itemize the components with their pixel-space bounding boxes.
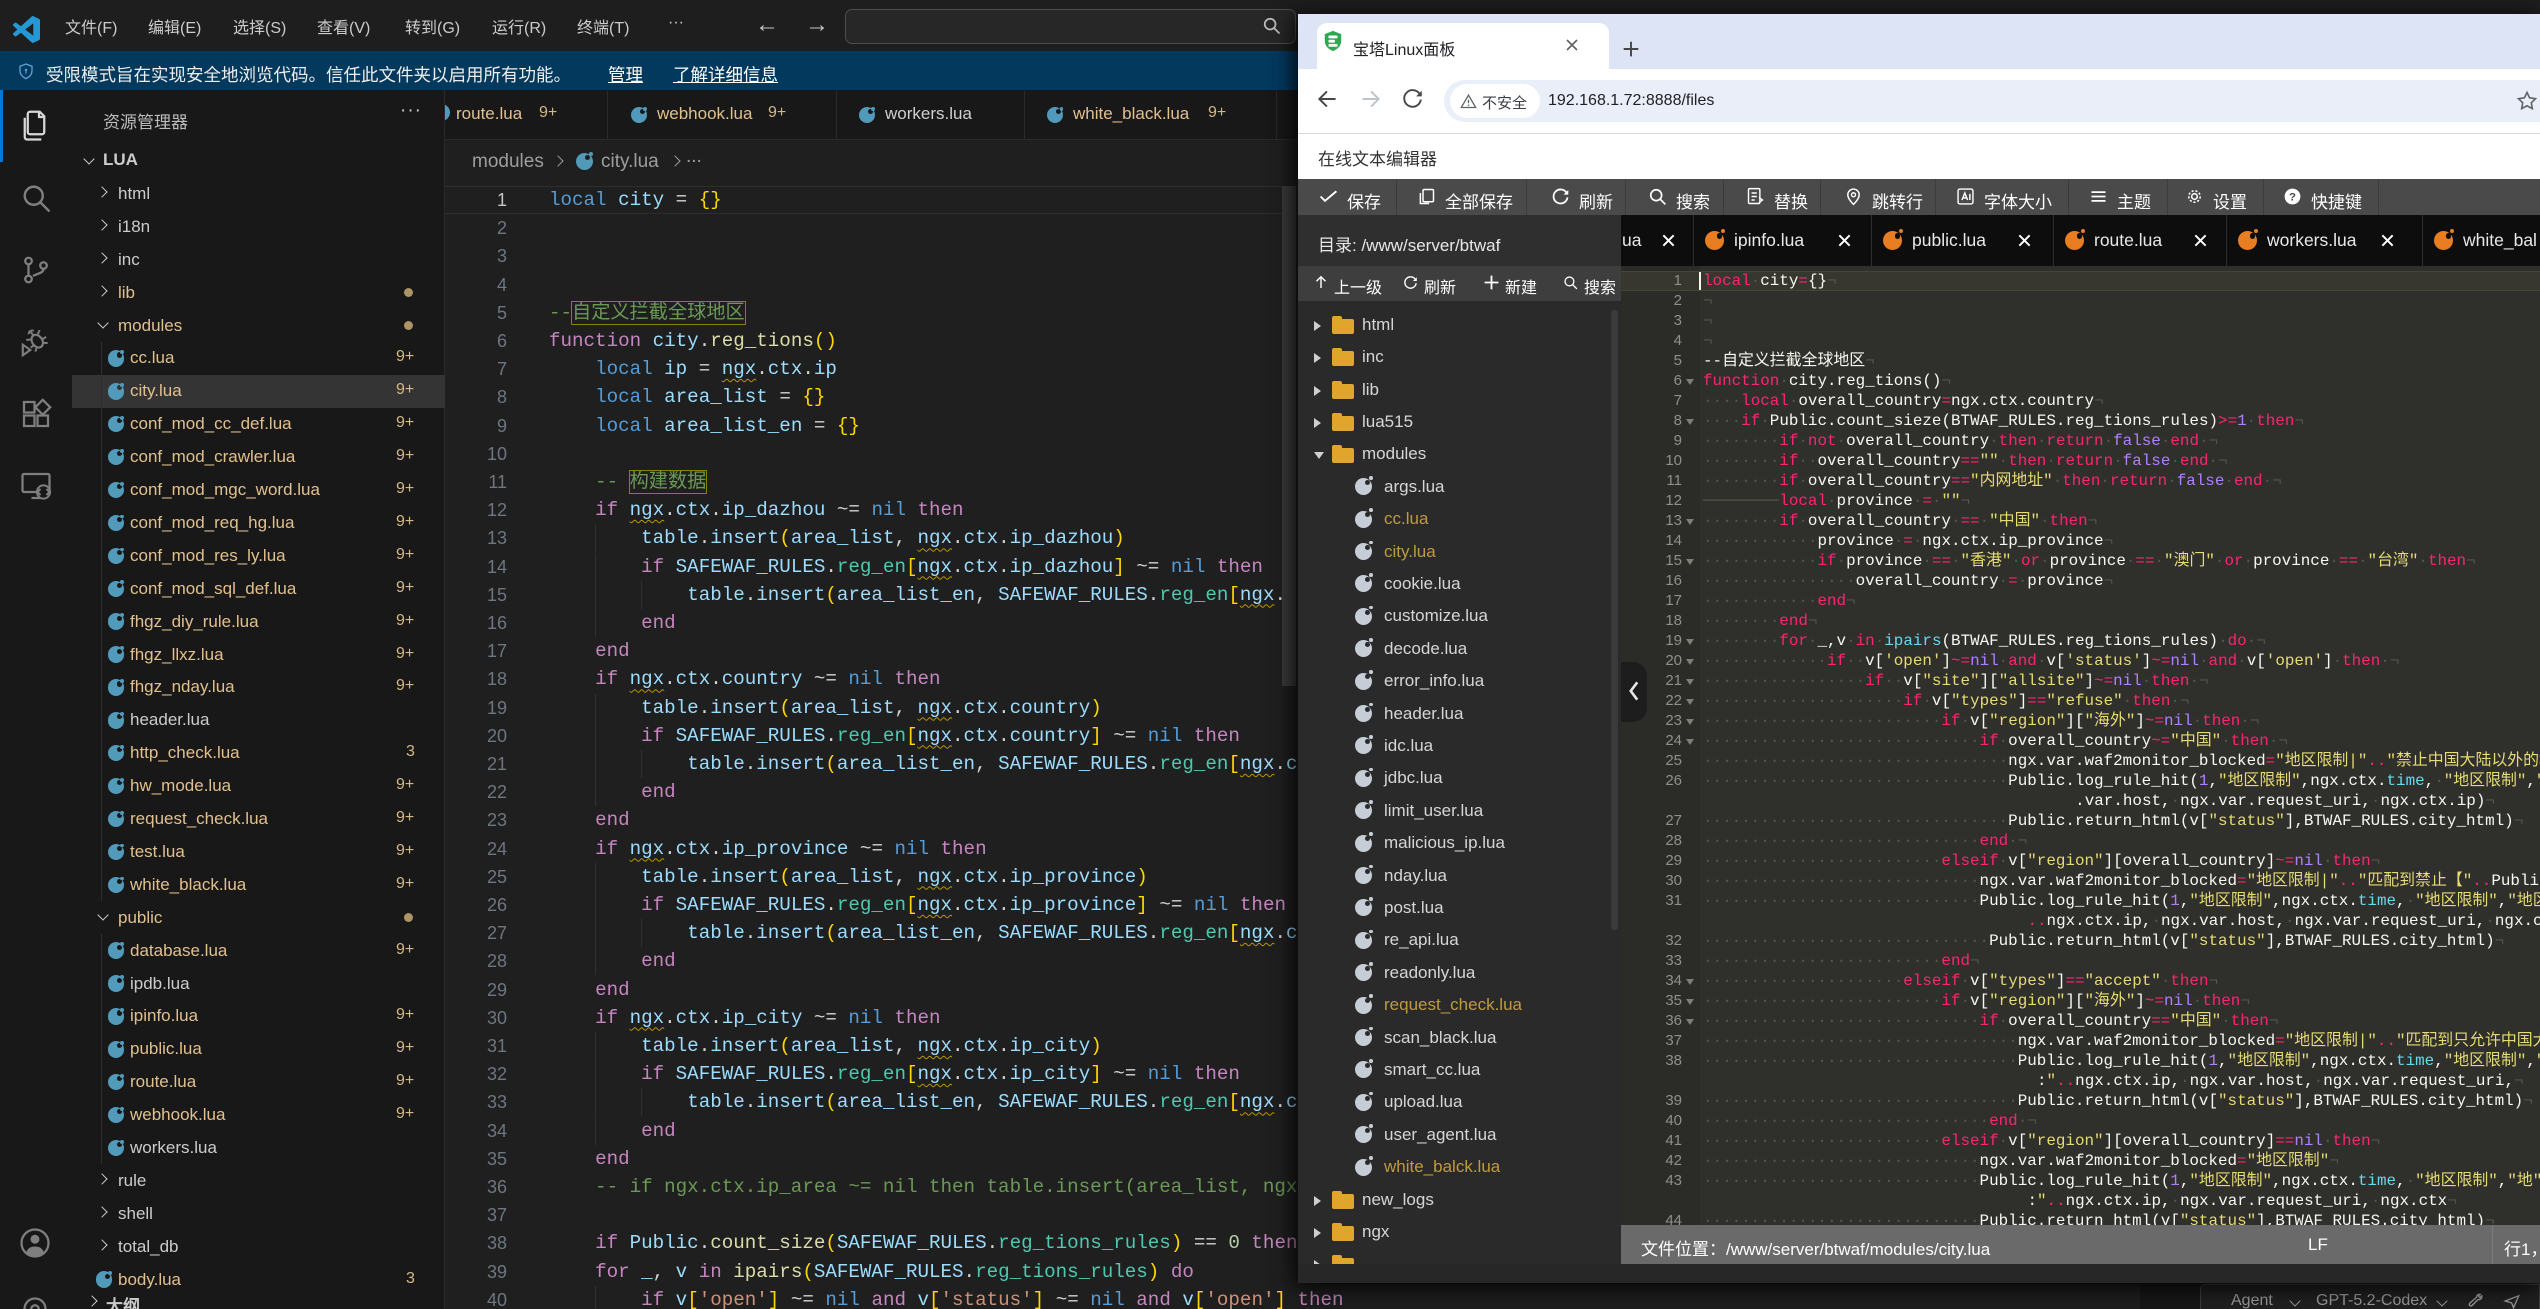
svg-text:?: ? bbox=[2289, 191, 2296, 203]
